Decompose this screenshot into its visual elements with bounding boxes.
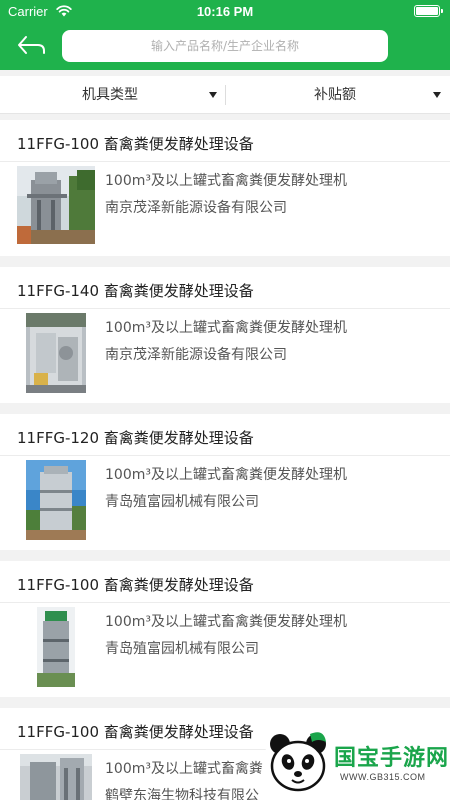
battery-icon xyxy=(414,5,443,17)
product-description: 100m³及以上罐式畜禽粪便发酵处理机 xyxy=(105,614,347,630)
fermentation-tank-photo-icon xyxy=(26,313,86,393)
product-title: 11FFG-100 畜禽粪便发酵处理设备 xyxy=(17,135,254,153)
product-title: 11FFG-140 畜禽粪便发酵处理设备 xyxy=(17,282,254,300)
back-button[interactable] xyxy=(16,34,48,58)
product-thumbnail xyxy=(17,166,95,244)
dropdown-triangle-icon xyxy=(209,92,217,98)
product-company: 南京茂泽新能源设备有限公司 xyxy=(105,200,287,216)
panda-logo-icon xyxy=(270,732,326,792)
divider xyxy=(0,308,450,309)
fermentation-tank-photo-icon xyxy=(26,460,86,540)
filter-subsidy-amount[interactable]: 补贴额 xyxy=(225,76,450,114)
site-watermark: 国宝手游网 WWW.GB315.COM xyxy=(258,718,450,800)
product-company: 青岛殖富园机械有限公司 xyxy=(105,641,259,657)
divider xyxy=(0,161,450,162)
product-thumbnail xyxy=(37,607,75,687)
product-title: 11FFG-100 畜禽粪便发酵处理设备 xyxy=(17,576,254,594)
product-title: 11FFG-100 畜禽粪便发酵处理设备 xyxy=(17,723,254,741)
product-company: 青岛殖富园机械有限公司 xyxy=(105,494,259,510)
fermentation-tank-photo-icon xyxy=(17,166,95,244)
product-company: 鹤壁东海生物科技有限公司 xyxy=(105,788,273,800)
watermark-url: WWW.GB315.COM xyxy=(340,772,426,782)
product-description: 100m³及以上罐式畜禽粪便发酵处理机 xyxy=(105,320,347,336)
product-card[interactable]: 11FFG-140 畜禽粪便发酵处理设备 100m³及以上罐式畜禽粪便发酵处理机… xyxy=(0,267,450,403)
product-card[interactable]: 11FFG-100 畜禽粪便发酵处理设备 100m³及以上罐式畜禽粪便发酵处理机… xyxy=(0,120,450,256)
filter-machine-type-label: 机具类型 xyxy=(82,87,138,103)
filter-bar: 机具类型 补贴额 xyxy=(0,76,450,114)
divider xyxy=(0,602,450,603)
product-description: 100m³及以上罐式畜禽粪便发酵处理机 xyxy=(105,173,347,189)
product-thumbnail xyxy=(26,313,86,393)
fermentation-tank-photo-icon xyxy=(37,607,75,687)
product-thumbnail xyxy=(26,460,86,540)
dropdown-triangle-icon xyxy=(433,92,441,98)
filter-machine-type[interactable]: 机具类型 xyxy=(0,76,225,114)
product-title: 11FFG-120 畜禽粪便发酵处理设备 xyxy=(17,429,254,447)
back-arrow-icon xyxy=(18,36,45,54)
status-bar: Carrier 10:16 PM xyxy=(0,0,450,22)
search-input[interactable] xyxy=(62,30,388,62)
product-card[interactable]: 11FFG-100 畜禽粪便发酵处理设备 100m³及以上罐式畜禽粪便发酵处理机… xyxy=(0,561,450,697)
divider xyxy=(0,455,450,456)
filter-subsidy-amount-label: 补贴额 xyxy=(314,87,356,103)
product-thumbnail xyxy=(20,754,92,800)
clock: 10:16 PM xyxy=(196,4,254,19)
app-header: Carrier 10:16 PM xyxy=(0,0,450,70)
product-card[interactable]: 11FFG-120 畜禽粪便发酵处理设备 100m³及以上罐式畜禽粪便发酵处理机… xyxy=(0,414,450,550)
product-company: 南京茂泽新能源设备有限公司 xyxy=(105,347,287,363)
watermark-brand: 国宝手游网 xyxy=(334,746,450,771)
product-description: 100m³及以上罐式畜禽粪便发酵处理机 xyxy=(105,467,347,483)
fermentation-tank-photo-icon xyxy=(20,754,92,800)
